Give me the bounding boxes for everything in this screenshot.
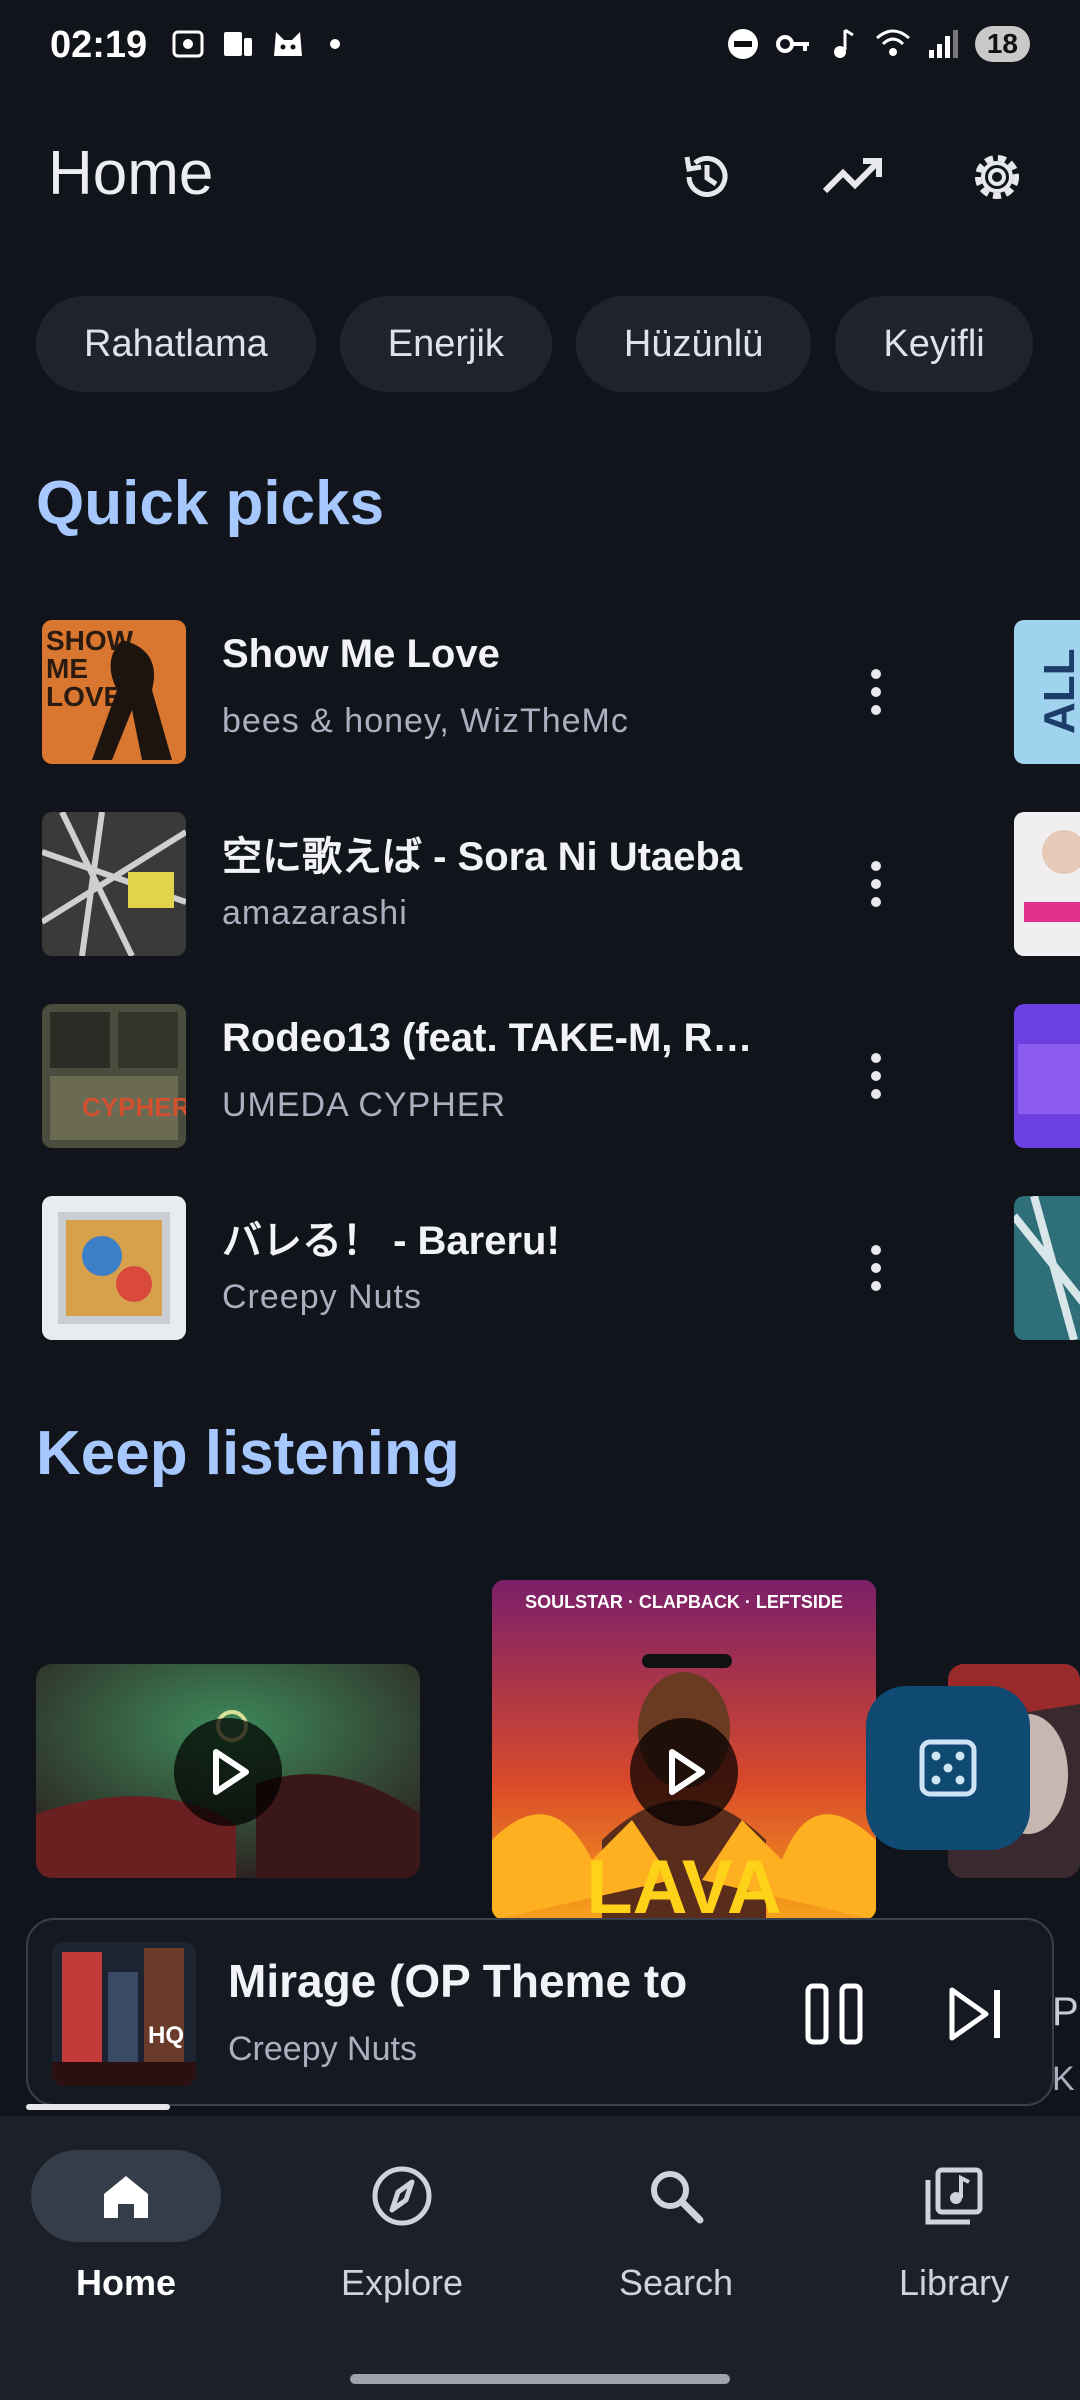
quick-pick-item[interactable]: バレる！ - Bareru! Creepy Nuts (0, 1176, 1080, 1340)
chip-keyifli[interactable]: Keyifli (835, 296, 1033, 392)
playback-progress-fill (26, 2104, 170, 2110)
quick-picks-title: Quick picks (36, 469, 385, 538)
trending-button[interactable] (820, 144, 886, 210)
svg-text:ME: ME (46, 653, 88, 684)
quick-pick-item[interactable]: CYPHER Rodeo13 (feat. TAKE-M, R… UMEDA C… (0, 984, 1080, 1148)
peek-text: K (1052, 2060, 1075, 2098)
quick-pick-item[interactable]: 空に歌えば - Sora Ni Utaeba amazarashi (0, 792, 1080, 956)
devices-icon (224, 32, 252, 56)
vpn-key-icon (775, 35, 809, 53)
nav-home[interactable]: Home (16, 2150, 236, 2304)
skip-next-button[interactable] (936, 1974, 1016, 2054)
play-icon (669, 1749, 705, 1795)
album-art-peek (1014, 812, 1080, 956)
more-options-button[interactable] (846, 844, 906, 924)
keep-listening-title: Keep listening (36, 1419, 460, 1488)
track-artist: amazarashi (222, 894, 408, 932)
system-icons: 18 (725, 26, 1030, 62)
now-playing-title: Mirage (OP Theme to (228, 1955, 688, 2007)
album-cover-word: LAVA (586, 1845, 782, 1920)
dnd-icon (727, 29, 758, 59)
quick-pick-item[interactable]: SHOW ME LOVE Show Me Love bees & honey, Wi… (0, 600, 1080, 764)
track-title: バレる！ - Bareru! (222, 1219, 560, 1263)
track-artist: UMEDA CYPHER (222, 1086, 507, 1124)
gesture-bar (350, 2374, 730, 2384)
play-button[interactable] (630, 1718, 738, 1826)
history-icon (684, 155, 728, 197)
nav-search-label: Search (618, 2262, 734, 2303)
svg-text:CYPHER: CYPHER (82, 1092, 186, 1122)
svg-text:ALL: ALL (1035, 648, 1080, 734)
track-title: 空に歌えば - Sora Ni Utaeba (222, 835, 743, 879)
nav-explore[interactable]: Explore (292, 2150, 512, 2304)
search-icon (651, 2171, 704, 2224)
dice-icon (919, 1739, 977, 1797)
page-title: Home (48, 139, 214, 208)
keep-listening-card[interactable] (36, 1664, 420, 1878)
cat-icon (274, 32, 302, 56)
notification-dot (330, 39, 340, 49)
history-button[interactable] (674, 144, 740, 210)
album-art-peek (1014, 1196, 1080, 1340)
peek-text: P (1052, 1990, 1079, 2034)
chip-huzunlu[interactable]: Hüzünlü (575, 296, 812, 392)
album-art (42, 1196, 186, 1340)
settings-button[interactable] (964, 144, 1030, 210)
nav-home-indicator (31, 2150, 221, 2242)
gear-icon (975, 155, 1019, 199)
shuffle-random-button[interactable] (866, 1686, 1030, 1850)
bottom-navigation: Home Explore Search Library (0, 2116, 1080, 2400)
nav-library-label: Library (898, 2262, 1010, 2303)
notification-icons (170, 26, 340, 62)
more-options-button[interactable] (846, 1228, 906, 1308)
track-title: Rodeo13 (feat. TAKE-M, R… (222, 1016, 753, 1060)
skip-next-icon (949, 1987, 1000, 2041)
signal-icon (928, 30, 958, 58)
keep-listening-card[interactable]: SOULSTAR · CLAPBACK · LEFTSIDE LAVA (492, 1580, 876, 1920)
top-app-bar: Home (0, 120, 1080, 230)
now-playing-art: HQ (52, 1942, 196, 2086)
album-art (42, 812, 186, 956)
chip-rahatlama[interactable]: Rahatlama (36, 296, 316, 392)
trending-icon (822, 158, 882, 194)
track-artist: bees & honey, WizTheMc (222, 702, 629, 740)
home-icon (104, 2176, 148, 2218)
nav-library[interactable]: Library (844, 2150, 1064, 2304)
play-button[interactable] (174, 1718, 282, 1826)
home-screen: 02:19 18 Home Rahatlama Enerjik Hüzünlü … (0, 0, 1080, 2400)
playback-progress (26, 2104, 1054, 2110)
more-options-button[interactable] (846, 1036, 906, 1116)
music-note-icon (833, 28, 854, 58)
track-artist: Creepy Nuts (222, 1278, 422, 1316)
battery-indicator: 18 (974, 26, 1030, 62)
pause-button[interactable] (796, 1974, 876, 2054)
screenshot-icon (172, 30, 204, 58)
status-bar: 02:19 18 (0, 0, 1080, 100)
nav-search[interactable]: Search (566, 2150, 786, 2304)
more-options-button[interactable] (846, 652, 906, 732)
library-icon (925, 2167, 983, 2225)
album-art-peek: ALL (1014, 620, 1080, 764)
pause-icon (805, 1983, 863, 2045)
hq-badge: HQ (148, 2022, 184, 2049)
mini-player[interactable]: HQ Mirage (OP Theme to Creepy Nuts (26, 1918, 1054, 2106)
compass-icon (372, 2166, 432, 2226)
wifi-icon (875, 29, 910, 56)
status-time: 02:19 (50, 24, 148, 66)
play-icon (213, 1749, 249, 1795)
album-banner-text: SOULSTAR · CLAPBACK · LEFTSIDE (525, 1592, 843, 1612)
mood-chips: Rahatlama Enerjik Hüzünlü Keyifli (36, 296, 1033, 392)
chip-enerjik[interactable]: Enerjik (339, 296, 552, 392)
nav-home-label: Home (75, 2262, 177, 2303)
album-art: CYPHER (42, 1004, 186, 1148)
svg-text:LOVE: LOVE (46, 681, 122, 712)
album-art-peek (1014, 1004, 1080, 1148)
track-title: Show Me Love (222, 632, 500, 676)
now-playing-artist: Creepy Nuts (228, 2030, 417, 2068)
nav-explore-label: Explore (340, 2262, 464, 2303)
album-art: SHOW ME LOVE (42, 620, 186, 764)
